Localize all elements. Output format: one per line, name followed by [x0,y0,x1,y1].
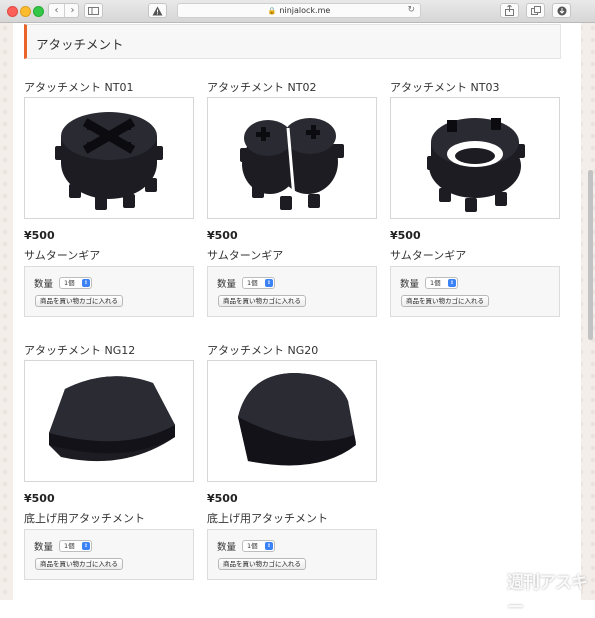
add-to-cart-button[interactable]: 商品を買い物カゴに入れる [401,295,489,307]
base-tall-image [238,373,356,466]
quantity-value: 1個 [247,279,258,287]
quantity-value: 1個 [64,279,75,287]
zoom-window-button[interactable] [33,6,44,17]
gear-four-slot-image [55,112,163,210]
add-to-cart-button[interactable]: 商品を買い物カゴに入れる [218,558,306,570]
gear-oval-image [427,118,525,212]
watermark-logo: 週刊アスキー [507,573,588,618]
product-name: アタッチメント NG12 [24,344,136,357]
product-image[interactable] [24,97,194,219]
quantity-label: 数量 [217,542,237,553]
scrollbar[interactable] [588,170,593,340]
product-card: アタッチメント NT03 ¥500 サムターンギア 数量 1個 ⇕ 商品を買い物… [390,79,562,339]
product-description: サムターンギア [207,249,284,262]
tabs-button[interactable] [526,3,545,18]
product-description: サムターンギア [24,249,101,262]
product-name: アタッチメント NT02 [207,81,317,94]
share-button[interactable] [500,3,519,18]
product-price: ¥500 [207,492,238,505]
product-name: アタッチメント NT03 [390,81,500,94]
quantity-value: 1個 [247,542,258,550]
select-arrows-icon: ⇕ [82,542,90,550]
quantity-label: 数量 [400,279,420,290]
tabs-icon [530,6,541,15]
select-arrows-icon: ⇕ [82,279,90,287]
downloads-button[interactable] [552,3,571,18]
add-to-cart-button[interactable]: 商品を買い物カゴに入れる [35,558,123,570]
cart-form: 数量 1個 ⇕ 商品を買い物カゴに入れる [24,529,194,580]
warning-icon [152,6,163,15]
product-card: アタッチメント NT02 ¥500 サムターンギア 数量 1個 ⇕ 商品を買い物… [207,79,379,339]
sidebar-toggle-button[interactable] [84,3,103,18]
lock-icon: 🔒 [267,7,277,15]
quantity-select[interactable]: 1個 ⇕ [242,540,275,552]
product-image[interactable] [390,97,560,219]
quantity-value: 1個 [430,279,441,287]
product-card: アタッチメント NT01 ¥500 サムターンギア 数量 1個 ⇕ 商品を買い物… [24,79,196,339]
product-price: ¥500 [390,229,421,242]
quantity-label: 数量 [217,279,237,290]
url-text: ninjalock.me [279,6,331,15]
product-price: ¥500 [24,229,55,242]
share-icon [505,4,514,16]
download-icon [557,6,566,16]
product-description: サムターンギア [390,249,467,262]
cart-form: 数量 1個 ⇕ 商品を買い物カゴに入れる [390,266,560,317]
section-header: アタッチメント [24,24,561,59]
product-card: アタッチメント NG20 ¥500 底上げ用アタッチメント 数量 1個 ⇕ 商品… [207,342,379,602]
product-description: 底上げ用アタッチメント [24,512,145,525]
select-arrows-icon: ⇕ [265,279,273,287]
product-description: 底上げ用アタッチメント [207,512,328,525]
product-price: ¥500 [24,492,55,505]
browser-toolbar: ‹ › 🔒 ninjalock.me ↻ [0,0,595,23]
product-image[interactable] [24,360,194,482]
product-image[interactable] [207,360,377,482]
address-bar[interactable]: 🔒 ninjalock.me ↻ [177,3,421,18]
select-arrows-icon: ⇕ [265,542,273,550]
quantity-select[interactable]: 1個 ⇕ [59,277,92,289]
gear-split-image [240,118,344,210]
base-flat-image [49,376,175,462]
product-card: アタッチメント NG12 ¥500 底上げ用アタッチメント 数量 1個 ⇕ 商品… [24,342,196,602]
quantity-label: 数量 [34,279,54,290]
minimize-window-button[interactable] [20,6,31,17]
product-name: アタッチメント NT01 [24,81,134,94]
quantity-value: 1個 [64,542,75,550]
quantity-select[interactable]: 1個 ⇕ [425,277,458,289]
warning-button[interactable] [148,3,167,18]
quantity-label: 数量 [34,542,54,553]
sidebar-icon [88,6,99,15]
quantity-select[interactable]: 1個 ⇕ [59,540,92,552]
forward-button[interactable]: › [64,4,80,17]
section-title: アタッチメント [36,37,124,52]
product-price: ¥500 [207,229,238,242]
add-to-cart-button[interactable]: 商品を買い物カゴに入れる [35,295,123,307]
close-window-button[interactable] [7,6,18,17]
add-to-cart-button[interactable]: 商品を買い物カゴに入れる [218,295,306,307]
back-button[interactable]: ‹ [49,4,64,17]
cart-form: 数量 1個 ⇕ 商品を買い物カゴに入れる [207,266,377,317]
cart-form: 数量 1個 ⇕ 商品を買い物カゴに入れる [207,529,377,580]
product-name: アタッチメント NG20 [207,344,319,357]
cart-form: 数量 1個 ⇕ 商品を買い物カゴに入れる [24,266,194,317]
select-arrows-icon: ⇕ [448,279,456,287]
back-forward-buttons: ‹ › [48,3,79,18]
quantity-select[interactable]: 1個 ⇕ [242,277,275,289]
product-image[interactable] [207,97,377,219]
reload-icon[interactable]: ↻ [407,4,415,17]
